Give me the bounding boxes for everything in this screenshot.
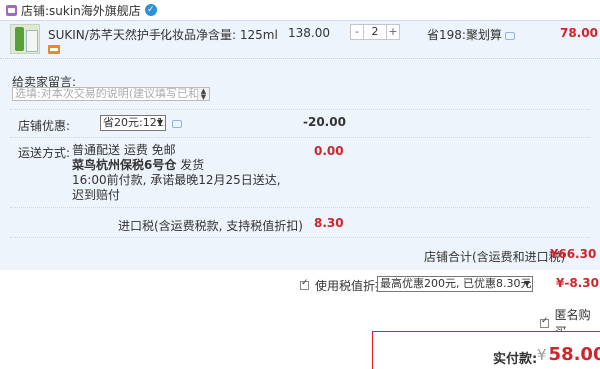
tax-discount-selected: 最高优惠200元, 已优惠8.30元 (380, 277, 532, 290)
import-tax-value: 8.30 (314, 216, 344, 230)
quantity-increase-button[interactable]: + (386, 24, 400, 40)
cart-item-row: SUKIN/苏芊天然护手... 化妆品净含量: 125ml 138.00 - 2… (0, 20, 600, 58)
delay-compensation: 迟到赔付 (72, 188, 121, 202)
order-summary: 使用税值折扣 最高优惠200元, 已优惠8.30元 ▼ ¥-8.30 匿名购买 … (0, 271, 600, 369)
delivery-promise: 16:00前付款, 承诺最晚12月25日送达, (72, 173, 281, 187)
import-tax-label: 进口税(含运费税款, 支持税值折扣) (118, 219, 303, 233)
card-payment-icon (48, 45, 60, 54)
divider (10, 137, 590, 138)
seller-message-placeholder: 选填:对本次交易的说明(建议填写已和 (15, 87, 199, 100)
quantity-stepper: - 2 + (350, 24, 400, 40)
order-options-panel: 给卖家留言: 选填:对本次交易的说明(建议填写已和 ▲ ▼ 店铺优惠: 省20元:… (0, 58, 600, 270)
divider (10, 207, 590, 208)
payment-amount: ¥58.00 (537, 344, 600, 365)
quantity-input[interactable]: 2 (364, 24, 386, 40)
warehouse-suffix: 发货 (176, 158, 205, 172)
anonymous-checkbox[interactable] (540, 316, 549, 328)
product-title-link[interactable]: SUKIN/苏芊天然护手... (48, 26, 172, 43)
verified-icon: ✓ (144, 4, 157, 16)
shop-header: 店铺: sukin海外旗舰店 ✓ (0, 0, 600, 20)
shop-name-link[interactable]: sukin海外旗舰店 (49, 2, 141, 19)
shipping-method: 普通配送 运费 免邮 (72, 143, 176, 157)
tax-discount-value: ¥-8.30 (556, 276, 599, 290)
unit-price: 138.00 (288, 26, 330, 40)
discount-info-icon[interactable] (172, 120, 182, 128)
shipping-fee-value: 0.00 (314, 144, 344, 158)
warehouse-name: 菜鸟杭州保税6号仓 (72, 158, 177, 172)
divider (10, 109, 590, 110)
shop-total-label: 店铺合计(含运费和进口税) (424, 250, 566, 264)
scroll-arrows-icon[interactable]: ▲ ▼ (197, 88, 209, 100)
item-subtotal: 78.00 (560, 26, 598, 40)
currency-symbol: ¥ (537, 346, 547, 364)
shop-discount-select[interactable]: 省20元:1215聚划 ▼ (100, 115, 166, 131)
payment-amount-value: 58.00 (548, 344, 600, 365)
divider (10, 237, 590, 238)
shop-total-value: ¥66.30 (550, 247, 597, 261)
shipping-details: 普通配送 运费 免邮 菜鸟杭州保税6号仓 发货 16:00前付款, 承诺最晚12… (72, 143, 281, 203)
payment-label: 实付款: (493, 352, 538, 367)
shop-discount-value: -20.00 (303, 115, 346, 129)
shop-label: 店铺: (21, 3, 50, 18)
promo-info: 省198:聚划算 (427, 26, 515, 43)
shop-icon (6, 4, 17, 16)
quantity-decrease-button[interactable]: - (350, 24, 364, 40)
tax-discount-select[interactable]: 最高优惠200元, 已优惠8.30元 ▼ (377, 276, 533, 292)
chevron-down-icon: ▼ (523, 279, 530, 288)
shop-discount-label: 店铺优惠: (18, 119, 71, 133)
shipping-label: 运送方式: (18, 146, 71, 160)
seller-message-input[interactable]: 选填:对本次交易的说明(建议填写已和 ▲ ▼ (12, 87, 210, 101)
promo-text: 省198:聚划算 (427, 28, 502, 42)
product-spec: 化妆品净含量: 125ml (160, 28, 278, 42)
tax-discount-row: 使用税值折扣 (300, 277, 387, 294)
product-thumbnail[interactable] (10, 24, 40, 54)
chevron-down-icon: ▼ (156, 118, 163, 127)
payment-total-box: 实付款: ¥58.00 (372, 331, 600, 369)
promo-details-icon[interactable] (504, 31, 515, 40)
tax-discount-checkbox[interactable] (300, 278, 309, 290)
